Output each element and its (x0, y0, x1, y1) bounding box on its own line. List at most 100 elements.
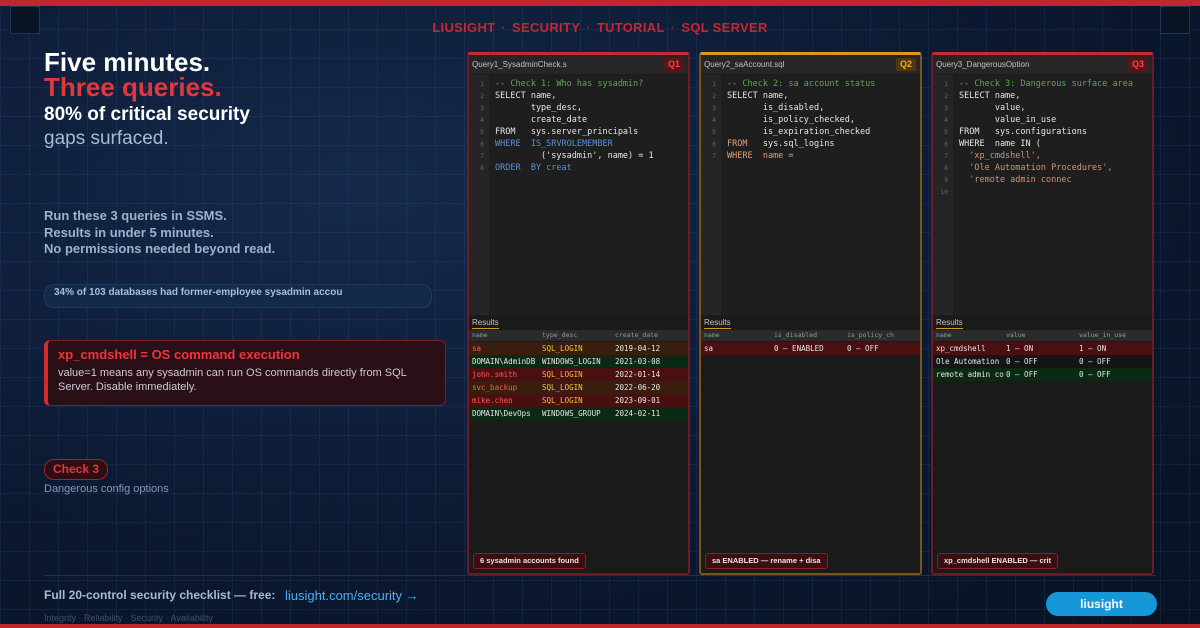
code-line: 4 is_policy_checked, (701, 114, 920, 126)
code-line: 8 ORDER BY creat (469, 162, 688, 174)
line-number: 2 (480, 92, 484, 100)
line-number: 4 (944, 116, 948, 124)
column-header: type_desc (542, 331, 578, 339)
code-line: 6 WHERE IS_SRVROLEMEMBER (469, 138, 688, 150)
code-token: SELECT name, (959, 91, 1021, 101)
code-text: 'remote admin connec (959, 174, 1072, 186)
cta-link[interactable]: liusight.com/security → (285, 588, 419, 603)
crumb-separator: · (670, 20, 676, 35)
brand-crumb: SQL SERVER (681, 20, 768, 35)
lead-line: Run these 3 queries in SSMS. (44, 208, 227, 223)
code-token: FROM sys.configurations (959, 127, 1087, 137)
line-number: 6 (480, 140, 484, 148)
table-row[interactable]: remote admin co 0 — OFF 0 — OFF (933, 368, 1152, 381)
brand-button[interactable]: liusight (1046, 592, 1157, 616)
code-token: value, (959, 103, 1026, 113)
sql-editor[interactable]: 1 -- Check 3: Dangerous surface area 2 SELE… (933, 75, 1152, 315)
code-token: is_expiration_checked (727, 127, 871, 137)
table-cell: 1 — ON (1006, 344, 1034, 353)
column-header: name (936, 331, 952, 339)
result-summary-badge: sa ENABLED — rename + disa (705, 553, 828, 569)
code-text: -- Check 2: sa account status (727, 78, 875, 90)
query-id-badge: Q2 (896, 58, 916, 71)
table-cell: 1 — ON (1079, 344, 1107, 353)
table-cell: SQL_LOGIN (542, 370, 583, 379)
code-token: value_in_use (959, 115, 1057, 125)
line-number: 3 (712, 104, 716, 112)
table-row[interactable]: DOMAIN\AdminDB WINDOWS_LOGIN 2021-03-08 (469, 355, 688, 368)
table-row[interactable]: mike.chen SQL_LOGIN 2023-09-01 (469, 394, 688, 407)
table-row[interactable]: sa SQL_LOGIN 2019-04-12 (469, 342, 688, 355)
alert-title: xp_cmdshell = OS command execution (58, 347, 300, 362)
query-id-badge: Q3 (1128, 58, 1148, 71)
code-text: create_date (495, 114, 587, 126)
code-token: is_disabled, (727, 103, 825, 113)
table-cell: xp_cmdshell (936, 344, 986, 353)
line-number: 3 (944, 104, 948, 112)
table-cell: mike.chen (472, 396, 513, 405)
code-line: 4 create_date (469, 114, 688, 126)
table-row[interactable]: svc_backup SQL_LOGIN 2022-06-20 (469, 381, 688, 394)
code-line: 5 FROM sys.configurations (933, 126, 1152, 138)
table-row[interactable]: DOMAIN\DevOps WINDOWS_GROUP 2024-02-11 (469, 407, 688, 420)
code-line: 2 SELECT name, (469, 90, 688, 102)
code-token: 'remote admin connec (959, 175, 1072, 185)
code-line: 10 (933, 186, 1152, 198)
code-token: type_desc, (495, 103, 582, 113)
line-number: 6 (944, 140, 948, 148)
code-text: FROM sys.server_principals (495, 126, 638, 138)
table-cell: 2019-04-12 (615, 344, 661, 353)
table-cell: john.smith (472, 370, 518, 379)
results-tab[interactable]: Results (472, 318, 499, 329)
results-pane: Results name is_disabled is_policy_ch sa… (701, 316, 920, 573)
code-text: SELECT name, (727, 90, 788, 102)
code-text: type_desc, (495, 102, 582, 114)
table-row[interactable]: john.smith SQL_LOGIN 2022-01-14 (469, 368, 688, 381)
line-number: 7 (944, 152, 948, 160)
code-token: sys.sql_logins (762, 139, 835, 149)
code-token: FROM sys.server_principals (495, 127, 639, 137)
footer-divider (44, 575, 1156, 576)
alert-card: xp_cmdshell = OS command execution value… (44, 340, 446, 406)
line-number: 6 (712, 140, 716, 148)
code-token: is_policy_checked, (727, 115, 855, 125)
brand-crumb: SECURITY (512, 20, 581, 35)
code-line: 4 value_in_use (933, 114, 1152, 126)
code-token: 'xp_cmdshell', (959, 151, 1041, 161)
table-row[interactable]: sa 0 — ENABLED 0 — OFF (701, 342, 920, 355)
query-tab[interactable]: Query1_SysadminCheck.s Q1 (469, 55, 688, 74)
code-text: value, (959, 102, 1026, 114)
sql-editor[interactable]: 1 -- Check 2: sa account status 2 SELECT na… (701, 75, 920, 315)
query-filename: Query3_DangerousOption (936, 60, 1030, 69)
table-cell: 0 — OFF (1079, 370, 1111, 379)
table-cell: 0 — OFF (847, 344, 879, 353)
cta-text: Full 20-control security checklist — fre… (44, 588, 276, 602)
code-token: -- Check 3: Dangerous surface area (959, 79, 1133, 89)
lead-line: Results in under 5 minutes. (44, 224, 214, 240)
check-subtitle: Dangerous config options (44, 483, 169, 495)
table-cell: sa (704, 344, 714, 353)
code-line: 7 'xp_cmdshell', (933, 150, 1152, 162)
query-tab[interactable]: Query2_saAccount.sql Q2 (701, 55, 920, 74)
results-tab[interactable]: Results (704, 318, 731, 329)
table-cell: sa (472, 344, 482, 353)
line-number: 9 (944, 176, 948, 184)
query-filename: Query2_saAccount.sql (704, 60, 785, 69)
results-pane: Results name value value_in_use xp_cmdsh… (933, 316, 1152, 573)
results-tab[interactable]: Results (936, 318, 963, 329)
table-cell: WINDOWS_GROUP (542, 409, 601, 418)
query-tab[interactable]: Query3_DangerousOption Q3 (933, 55, 1152, 74)
line-number: 10 (940, 188, 948, 196)
code-text: FROM sys.configurations (959, 126, 1087, 138)
table-cell: 2021-03-08 (615, 357, 661, 366)
lead-text: Run these 3 queries in SSMS. Results in … (44, 208, 275, 258)
table-cell: 0 — OFF (1079, 357, 1111, 366)
table-row[interactable]: xp_cmdshell 1 — ON 1 — ON (933, 342, 1152, 355)
table-row[interactable]: Ole Automation P0 — OFF 0 — OFF (933, 355, 1152, 368)
bottom-accent-bar (0, 624, 1200, 628)
code-text: WHERE name IN ( (959, 138, 1041, 150)
code-text: is_disabled, (727, 102, 824, 114)
table-cell: SQL_LOGIN (542, 396, 583, 405)
column-header: value (1006, 331, 1026, 339)
sql-editor[interactable]: 1 -- Check 1: Who has sysadmin? 2 SELECT na… (469, 75, 688, 315)
